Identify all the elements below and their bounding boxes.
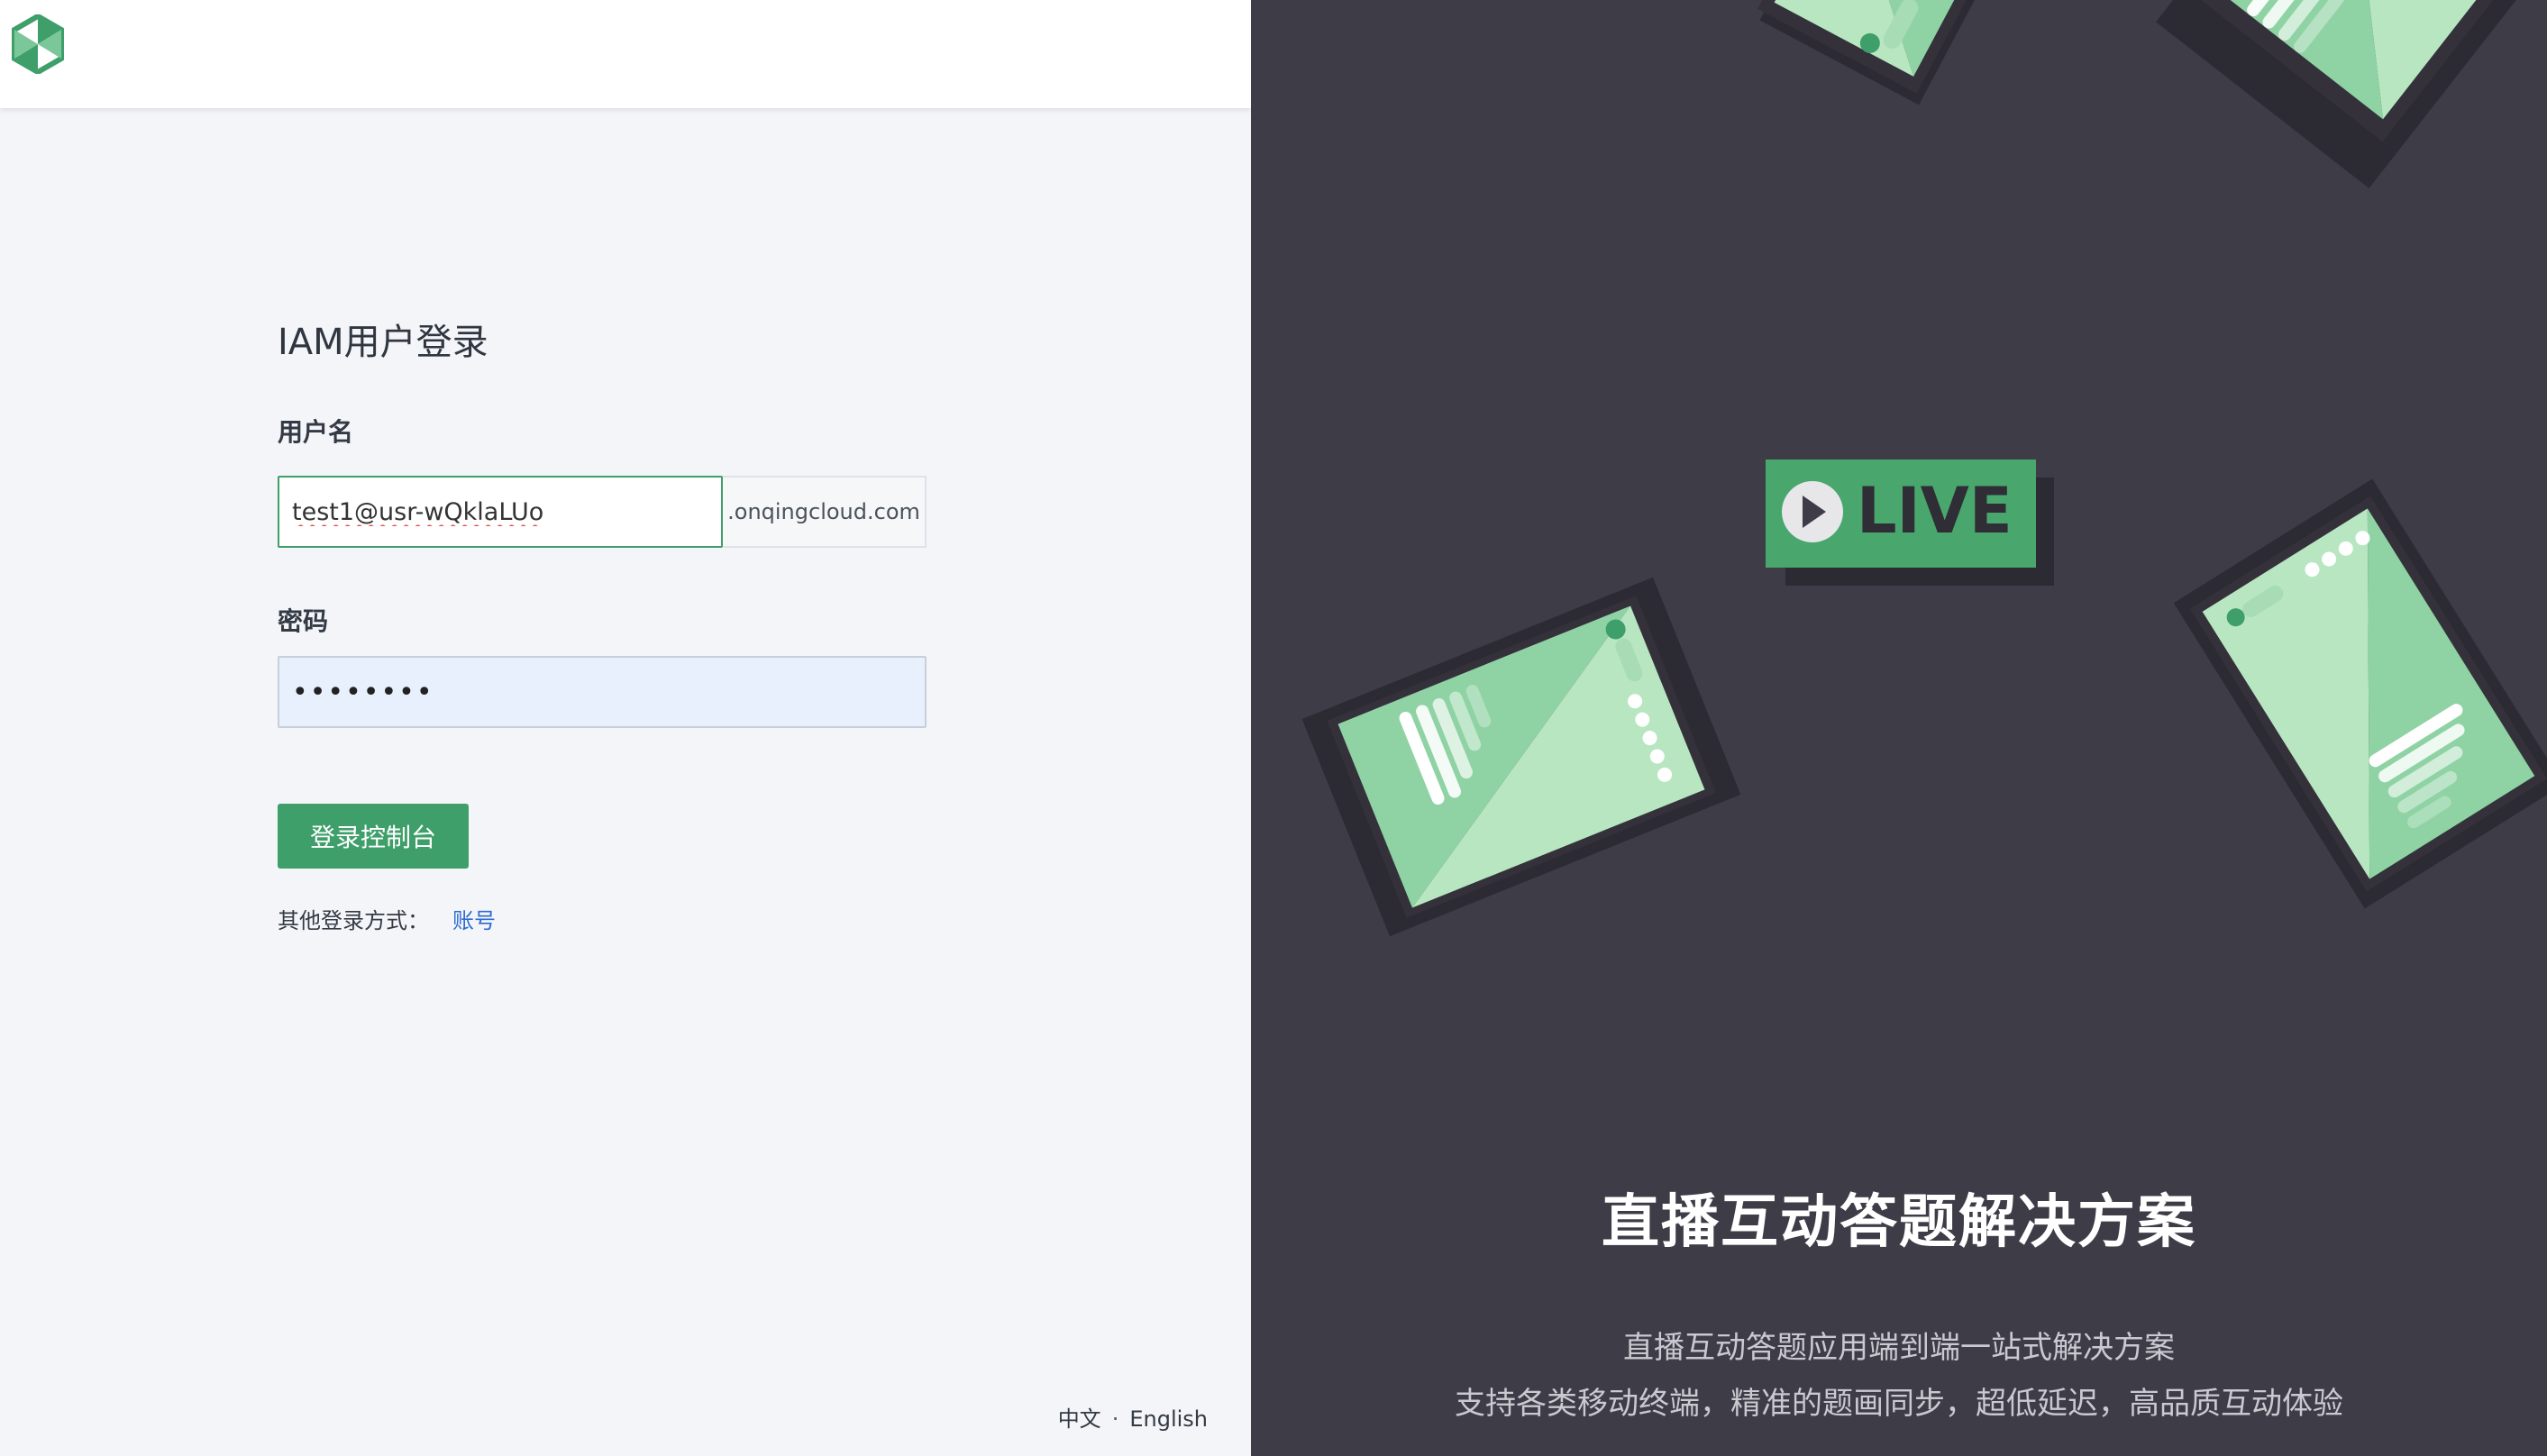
page-title: IAM用户登录: [278, 322, 488, 363]
hexagon-logo-icon[interactable]: [11, 14, 65, 74]
live-badge-text: LIVE: [1857, 474, 2013, 548]
other-login-methods: 其他登录方式： 账号: [278, 903, 496, 934]
login-console-button[interactable]: 登录控制台: [278, 804, 469, 869]
promo-subtitle-line1: 直播互动答题应用端到端一站式解决方案: [1623, 1330, 2175, 1366]
username-domain-suffix: .onqingcloud.com: [723, 476, 927, 548]
lang-zh-link[interactable]: 中文: [1058, 1406, 1101, 1432]
live-badge: LIVE: [1766, 460, 2054, 586]
password-input[interactable]: [278, 656, 927, 728]
lang-en-link[interactable]: English: [1129, 1406, 1208, 1432]
phone-card-bottom-left: [1301, 577, 1741, 937]
promo-pane: LIVE 直播互动答题解决方案 直播互动答题应用端到端一站式解决方案 支持各类移…: [1251, 0, 2547, 1456]
promo-subtitle-line2: 支持各类移动终端，精准的题画同步，超低延迟，高品质互动体验: [1455, 1386, 2343, 1422]
language-switcher: 中文 · English: [1058, 1401, 1208, 1433]
username-field-group: .onqingcloud.com: [278, 476, 927, 548]
other-login-label: 其他登录方式：: [278, 908, 429, 933]
phone-card-right-middle: [2173, 478, 2547, 909]
password-label: 密码: [278, 606, 329, 636]
login-pane: IAM用户登录 用户名 .onqingcloud.com 密码 登录控制台 其他…: [0, 0, 1251, 1456]
promo-title: 直播互动答题解决方案: [1602, 1189, 2196, 1256]
phone-card-top-left: [1757, 0, 2004, 105]
login-form: IAM用户登录 用户名 .onqingcloud.com 密码 登录控制台 其他…: [278, 315, 927, 933]
username-input[interactable]: [278, 476, 723, 548]
username-label: 用户名: [278, 417, 354, 447]
phone-card-top-right: [2156, 0, 2547, 189]
top-bar: [0, 0, 1251, 108]
account-login-link[interactable]: 账号: [452, 908, 496, 933]
lang-separator: ·: [1111, 1406, 1119, 1432]
